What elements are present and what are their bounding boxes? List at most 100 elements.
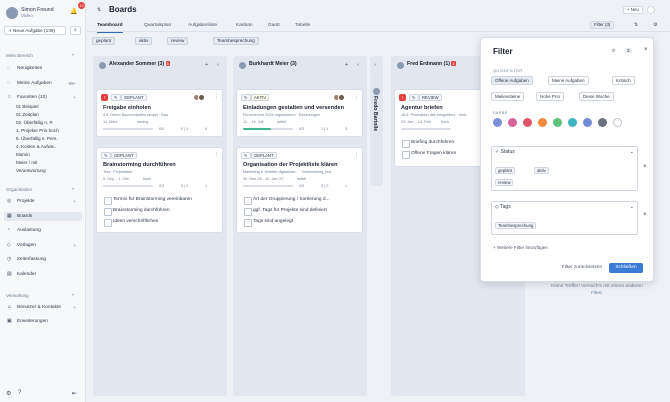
edit-icon[interactable]: ✎ xyxy=(241,152,251,159)
favorite-item[interactable]: 5. Überfällig n. Pers. xyxy=(16,136,58,142)
tab-quartalsplan[interactable]: Quartalsplan xyxy=(144,23,171,28)
filter-chip-review[interactable]: review xyxy=(167,37,189,45)
close-icon[interactable]: × xyxy=(644,47,648,53)
section-admin[interactable]: Verwaltung ^ xyxy=(6,293,74,298)
expand-icon[interactable]: › xyxy=(374,62,376,68)
filter-chip-aktiv[interactable]: aktiv xyxy=(135,37,153,45)
checklist-item[interactable]: ggf. Tags für Projekte sind definiert xyxy=(244,208,327,216)
color-swatch[interactable] xyxy=(523,118,532,127)
quickfilter-this-week[interactable]: Diese Woche xyxy=(579,92,614,101)
favorite-item[interactable]: 01 Beispiel xyxy=(16,104,38,110)
reset-filter-button[interactable]: Filter zurücksetzen xyxy=(559,263,605,273)
search-icon[interactable]: ⌕ xyxy=(612,48,615,55)
favorite-item[interactable]: 02. Überfällig n. P. xyxy=(16,120,53,126)
edit-icon[interactable]: ✎ xyxy=(101,152,111,159)
more-icon[interactable]: ⋮ xyxy=(214,94,219,100)
favorite-item[interactable]: Meier / mit xyxy=(16,160,37,166)
no-color-swatch[interactable] xyxy=(613,118,622,127)
avatar[interactable] xyxy=(647,6,655,14)
sidebar-item-boards[interactable]: ▦ Boards xyxy=(4,212,82,221)
color-swatch[interactable] xyxy=(598,118,607,127)
sidebar-item-my-tasks[interactable]: ◌ Meine Aufgaben 99+ xyxy=(4,79,82,88)
status-filter[interactable]: ✓ Status ⌄ geplant aktiv review xyxy=(491,146,638,191)
chevron-down-icon[interactable]: ⌄ xyxy=(630,149,634,155)
add-icon[interactable]: + xyxy=(345,62,348,68)
tab-gantt[interactable]: Gantt xyxy=(268,23,280,28)
status-badge[interactable]: REVIEW xyxy=(419,94,442,101)
plus-icon[interactable]: + xyxy=(73,197,76,206)
settings-icon[interactable]: ⚙ xyxy=(6,390,11,397)
color-swatch[interactable] xyxy=(493,118,502,127)
edit-icon[interactable]: ✎ xyxy=(111,94,121,101)
plus-icon[interactable]: + xyxy=(73,303,76,312)
checklist-item[interactable]: Offene Fragen klären xyxy=(401,151,456,159)
remove-filter-icon[interactable]: × xyxy=(643,164,647,170)
edit-icon[interactable]: ✎ xyxy=(409,94,419,101)
favorite-item[interactable]: 4. Kosten & Aufwä.. xyxy=(16,144,56,150)
checklist-item[interactable]: Art der Gruppierung / Sortierung d... xyxy=(244,197,330,205)
checklist-item[interactable]: Ideen verschriftlichen xyxy=(103,219,158,227)
sidebar-item-calendar[interactable]: ▤ Kalender xyxy=(4,270,82,279)
task-card[interactable]: ! ✎ GEPLANT ⋮ Freigabe einholen 4.9. Dem… xyxy=(96,89,223,137)
new-button[interactable]: + Neu xyxy=(623,6,643,14)
task-card[interactable]: ✎ GEPLANT ⋮ Brainstorming durchführen Te… xyxy=(96,147,223,233)
tag-chip[interactable]: Teambesprechung xyxy=(495,222,537,229)
favorite-item[interactable]: Marvin xyxy=(16,152,30,158)
avatar[interactable] xyxy=(6,7,18,19)
sidebar-item-favorites[interactable]: ☆ Favoriten (10) + xyxy=(4,93,82,102)
collapse-icon[interactable]: ‹ xyxy=(217,62,219,68)
quickfilter-high-prio[interactable]: Hohe Prio xyxy=(536,92,565,101)
checklist-item[interactable]: Brainstorming durchführen xyxy=(104,208,170,216)
plus-icon[interactable]: + xyxy=(73,241,76,250)
sort-icon[interactable]: ⇅ xyxy=(634,23,638,28)
quickfilter-critical[interactable]: Kritisch xyxy=(612,76,635,85)
task-card[interactable]: ✎ AKTIV ⋮ Einladungen gestalten und vers… xyxy=(236,89,363,137)
filter-chip-tag[interactable]: Teambesprechung xyxy=(213,37,259,45)
help-icon[interactable]: ? xyxy=(18,390,21,396)
tab-kanban[interactable]: Kanban xyxy=(236,23,253,28)
quickfilter-my-tasks[interactable]: Meine Aufgaben xyxy=(548,76,589,85)
sidebar-item-projects[interactable]: ◎ Projekte + xyxy=(4,197,82,206)
status-badge[interactable]: GEPLANT xyxy=(251,152,277,159)
section-organisation[interactable]: Organisation ^ xyxy=(6,187,74,192)
favorite-item[interactable]: 01 Zeitplan xyxy=(16,112,39,118)
tab-tabelle[interactable]: Tabelle xyxy=(295,23,310,28)
sidebar-item-news[interactable]: ◌ Neuigkeiten xyxy=(4,64,82,73)
status-badge[interactable]: GEPLANT xyxy=(111,152,137,159)
chevron-down-icon[interactable]: ⌄ xyxy=(630,204,634,210)
collapsed-column[interactable]: › Fredo Bartolle xyxy=(370,56,383,186)
status-chip-review[interactable]: review xyxy=(495,179,514,186)
chevron-up-icon[interactable]: ^ xyxy=(72,187,74,192)
search-icon[interactable]: ⌕ xyxy=(70,26,81,35)
add-filter-link[interactable]: + Weitere Filter hinzufügen xyxy=(493,245,548,250)
filter-button[interactable]: Filter (3) xyxy=(590,21,615,29)
new-task-button[interactable]: + Neue Aufgabe (139) xyxy=(4,26,66,35)
color-swatch[interactable] xyxy=(538,118,547,127)
chevron-up-icon[interactable]: ^ xyxy=(72,293,74,298)
quickfilter-milestones[interactable]: Meilensteine xyxy=(491,92,525,101)
status-badge[interactable]: GEPLANT xyxy=(121,94,147,101)
sidebar-item-extensions[interactable]: ▣ Erweiterungen xyxy=(4,317,82,326)
edit-icon[interactable]: ✎ xyxy=(241,94,251,101)
more-icon[interactable]: ⋮ xyxy=(354,94,359,100)
collapse-sidebar-icon[interactable]: ⇤ xyxy=(72,390,77,397)
more-icon[interactable]: ⋮ xyxy=(354,152,359,158)
notification-badge[interactable]: 19 xyxy=(78,2,85,9)
color-swatch[interactable] xyxy=(508,118,517,127)
status-chip-aktiv[interactable]: aktiv xyxy=(534,167,549,174)
tags-filter[interactable]: ◇ Tags ⌄ Teambesprechung xyxy=(491,201,638,235)
user-profile[interactable]: Simon Freund Video 🔔 xyxy=(6,6,80,22)
color-swatch[interactable] xyxy=(583,118,592,127)
status-chip-geplant[interactable]: geplant xyxy=(495,167,516,174)
remove-filter-icon[interactable]: × xyxy=(643,212,647,218)
favorite-item[interactable]: 1. Projekte Prio hoch xyxy=(16,128,59,134)
sidebar-item-users[interactable]: ☺ Benutzer & Kontakte + xyxy=(4,303,82,312)
quickfilter-open-tasks[interactable]: Offene Aufgaben xyxy=(491,76,533,85)
section-my-area[interactable]: Mein Bereich ^ xyxy=(6,53,74,58)
tab-aufgabenliste[interactable]: Aufgabenliste xyxy=(188,23,217,28)
checklist-item[interactable]: Termin für Brainstorming vereinbaren xyxy=(104,197,192,205)
more-icon[interactable]: ⋮ xyxy=(214,152,219,158)
tab-teamboard[interactable]: Teamboard xyxy=(97,23,123,33)
close-button[interactable]: Schließen xyxy=(609,263,643,273)
status-badge[interactable]: AKTIV xyxy=(251,94,270,101)
